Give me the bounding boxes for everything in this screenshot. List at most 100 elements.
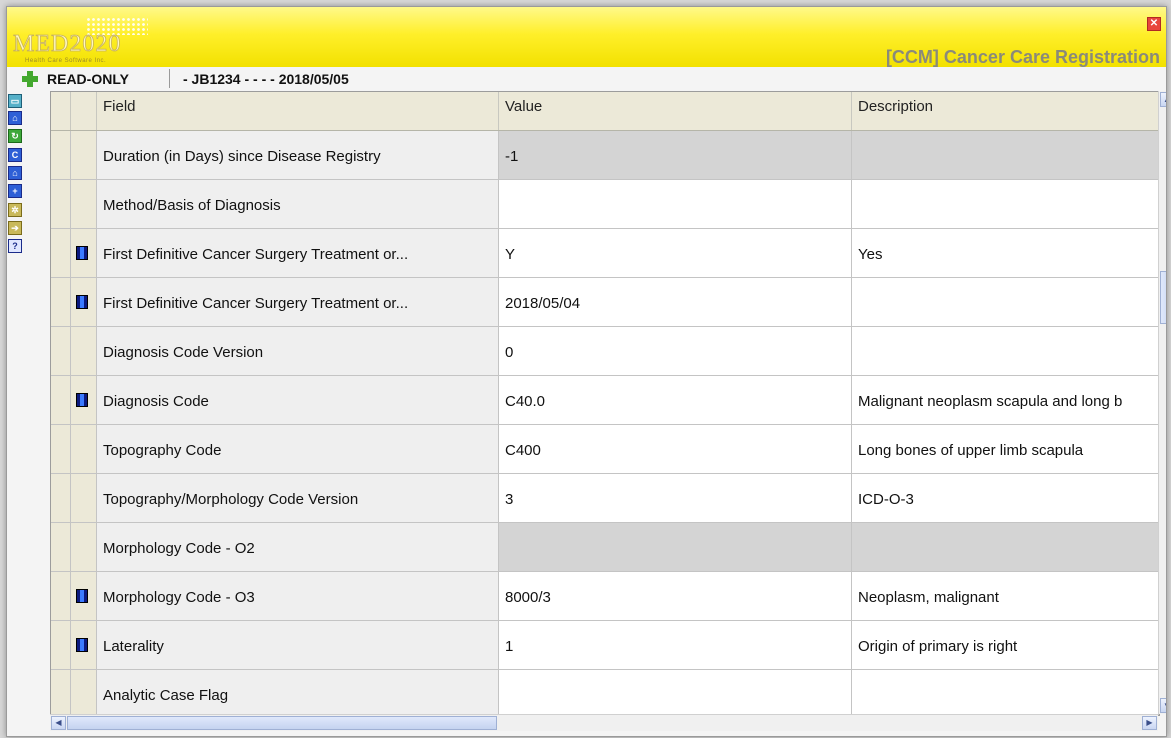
vertical-scrollbar[interactable]: ▲ ▼ <box>1158 91 1166 714</box>
header-indicator <box>71 92 97 130</box>
home-icon[interactable]: ⌂ <box>8 111 22 125</box>
value-cell[interactable]: 3 <box>499 474 852 522</box>
field-cell: First Definitive Cancer Surgery Treatmen… <box>97 229 499 277</box>
description-cell <box>852 327 1159 375</box>
row-indicator <box>71 180 97 228</box>
field-cell: Topography Code <box>97 425 499 473</box>
logo-subtitle: Health Care Software Inc. <box>25 58 107 64</box>
description-cell: Neoplasm, malignant <box>852 572 1159 620</box>
row-selector[interactable] <box>51 621 71 669</box>
field-cell: Morphology Code - O2 <box>97 523 499 571</box>
description-cell <box>852 180 1159 228</box>
flag-icon <box>76 638 88 652</box>
app-title: [CCM] Cancer Care Registration <box>885 47 1160 67</box>
home-icon[interactable]: ⌂ <box>8 166 22 180</box>
value-cell[interactable] <box>499 523 852 571</box>
value-cell[interactable]: 0 <box>499 327 852 375</box>
table-row[interactable]: Laterality 1 Origin of primary is right <box>51 621 1159 670</box>
row-selector[interactable] <box>51 572 71 620</box>
table-row[interactable]: Analytic Case Flag <box>51 670 1159 715</box>
field-cell: Topography/Morphology Code Version <box>97 474 499 522</box>
record-id: - JB1234 - - - - 2018/05/05 <box>183 71 349 87</box>
row-indicator <box>71 376 97 424</box>
scroll-right-icon[interactable]: ▶ <box>1142 716 1157 730</box>
value-cell[interactable]: Y <box>499 229 852 277</box>
row-indicator <box>71 523 97 571</box>
value-cell[interactable] <box>499 670 852 715</box>
row-selector[interactable] <box>51 180 71 228</box>
table-row[interactable]: Morphology Code - O2 <box>51 523 1159 572</box>
add-icon[interactable] <box>22 71 38 87</box>
header-description[interactable]: Description <box>852 92 1159 130</box>
table-row[interactable]: First Definitive Cancer Surgery Treatmen… <box>51 229 1159 278</box>
scroll-down-icon[interactable]: ▼ <box>1160 698 1166 713</box>
add-icon[interactable]: + <box>8 184 22 198</box>
row-selector[interactable] <box>51 327 71 375</box>
row-selector[interactable] <box>51 278 71 326</box>
table-row[interactable]: Diagnosis Code C40.0 Malignant neoplasm sc… <box>51 376 1159 425</box>
row-indicator <box>71 474 97 522</box>
description-cell: Long bones of upper limb scapula <box>852 425 1159 473</box>
vertical-scroll-thumb[interactable] <box>1160 271 1166 324</box>
settings-icon[interactable]: ✲ <box>8 203 22 217</box>
flag-icon <box>76 246 88 260</box>
header-field[interactable]: Field <box>97 92 499 130</box>
description-cell: Malignant neoplasm scapula and long b <box>852 376 1159 424</box>
export-icon[interactable]: ➔ <box>8 221 22 235</box>
horizontal-scrollbar[interactable]: ◀ ▶ <box>50 714 1158 731</box>
value-cell[interactable]: -1 <box>499 131 852 179</box>
field-cell: Diagnosis Code <box>97 376 499 424</box>
record-status-bar: READ-ONLY - JB1234 - - - - 2018/05/05 <box>7 67 1166 91</box>
flag-icon <box>76 589 88 603</box>
table-row[interactable]: Topography/Morphology Code Version 3 ICD-O… <box>51 474 1159 523</box>
logo: MED2020 <box>13 31 122 58</box>
row-indicator <box>71 131 97 179</box>
mode-label: READ-ONLY <box>47 71 129 87</box>
row-indicator <box>71 670 97 715</box>
value-cell[interactable]: 1 <box>499 621 852 669</box>
row-indicator <box>71 572 97 620</box>
row-indicator <box>71 229 97 277</box>
data-grid: Field Value Description Duration (in Day… <box>50 91 1160 716</box>
grid-header: Field Value Description <box>51 92 1159 131</box>
window-icon[interactable]: ▭ <box>8 94 22 108</box>
close-icon[interactable]: ✕ <box>1147 17 1161 31</box>
help-icon[interactable]: ? <box>8 239 22 253</box>
field-cell: Duration (in Days) since Disease Registr… <box>97 131 499 179</box>
flag-icon <box>76 295 88 309</box>
description-cell: Origin of primary is right <box>852 621 1159 669</box>
row-selector[interactable] <box>51 670 71 715</box>
table-row[interactable]: Morphology Code - O3 8000/3 Neoplasm, mali… <box>51 572 1159 621</box>
value-cell[interactable]: 2018/05/04 <box>499 278 852 326</box>
value-cell[interactable]: C400 <box>499 425 852 473</box>
table-row[interactable]: Diagnosis Code Version 0 <box>51 327 1159 376</box>
field-cell: Analytic Case Flag <box>97 670 499 715</box>
row-selector[interactable] <box>51 425 71 473</box>
value-cell[interactable] <box>499 180 852 228</box>
row-selector[interactable] <box>51 376 71 424</box>
scroll-left-icon[interactable]: ◀ <box>51 716 66 730</box>
value-cell[interactable]: 8000/3 <box>499 572 852 620</box>
app-window: MED2020 Health Care Software Inc. [CCM] … <box>6 6 1167 737</box>
copy-icon[interactable]: C <box>8 148 22 162</box>
refresh-icon[interactable]: ↻ <box>8 129 22 143</box>
scroll-up-icon[interactable]: ▲ <box>1160 92 1166 107</box>
description-cell <box>852 523 1159 571</box>
value-cell[interactable]: C40.0 <box>499 376 852 424</box>
horizontal-scroll-thumb[interactable] <box>67 716 497 730</box>
header-select <box>51 92 71 130</box>
table-row[interactable]: Topography Code C400 Long bones of upper l… <box>51 425 1159 474</box>
table-row[interactable]: Duration (in Days) since Disease Registr… <box>51 131 1159 180</box>
table-row[interactable]: Method/Basis of Diagnosis <box>51 180 1159 229</box>
row-indicator <box>71 278 97 326</box>
table-row[interactable]: First Definitive Cancer Surgery Treatmen… <box>51 278 1159 327</box>
row-selector[interactable] <box>51 131 71 179</box>
description-cell <box>852 278 1159 326</box>
description-cell <box>852 670 1159 715</box>
header-value[interactable]: Value <box>499 92 852 130</box>
field-cell: First Definitive Cancer Surgery Treatmen… <box>97 278 499 326</box>
row-selector[interactable] <box>51 229 71 277</box>
row-selector[interactable] <box>51 474 71 522</box>
side-toolbar: ▭ ⌂ ↻ C ⌂ + ✲ ➔ ? <box>8 91 48 736</box>
row-selector[interactable] <box>51 523 71 571</box>
